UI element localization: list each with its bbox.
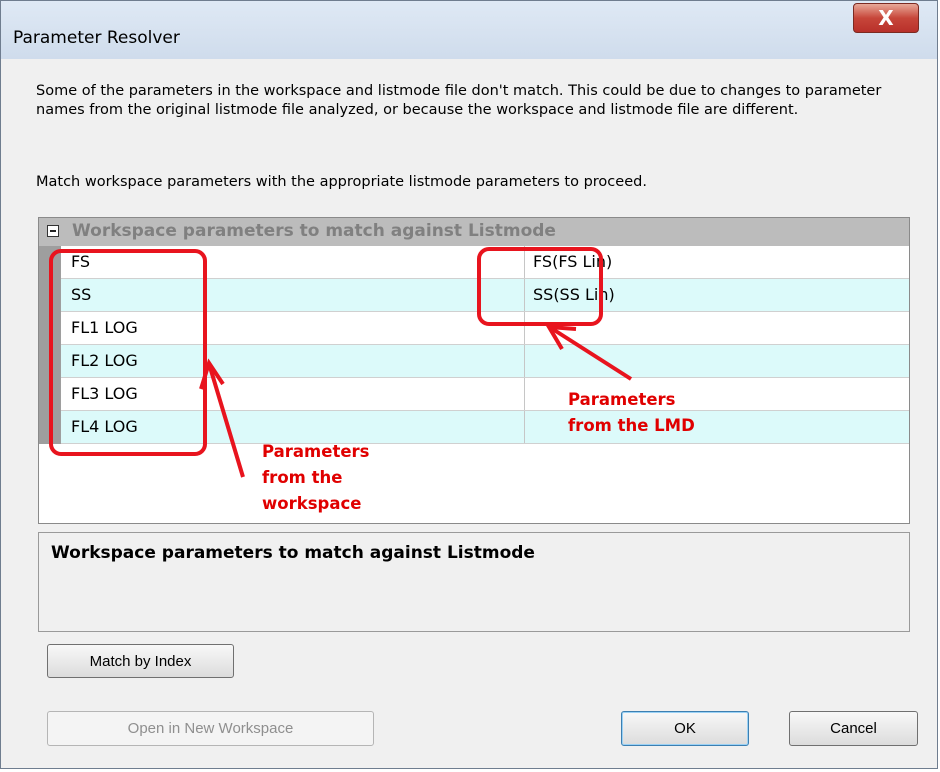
lmd-annotation-line1: Parameters	[568, 390, 676, 409]
lmd-annotation: Parameters from the LMD	[568, 387, 695, 439]
workspace-annotation-line2: from the	[262, 468, 343, 487]
parameter-resolver-dialog: Parameter Resolver X Some of the paramet…	[0, 0, 938, 769]
lmd-arrow	[545, 324, 633, 381]
lmd-annotation-line2: from the LMD	[568, 416, 695, 435]
annotation-arrows	[199, 324, 633, 478]
workspace-arrow	[199, 358, 245, 478]
workspace-annotation-line3: workspace	[262, 494, 362, 513]
workspace-annotation: Parameters from the workspace	[262, 439, 369, 517]
workspace-annotation-line1: Parameters	[262, 442, 370, 461]
